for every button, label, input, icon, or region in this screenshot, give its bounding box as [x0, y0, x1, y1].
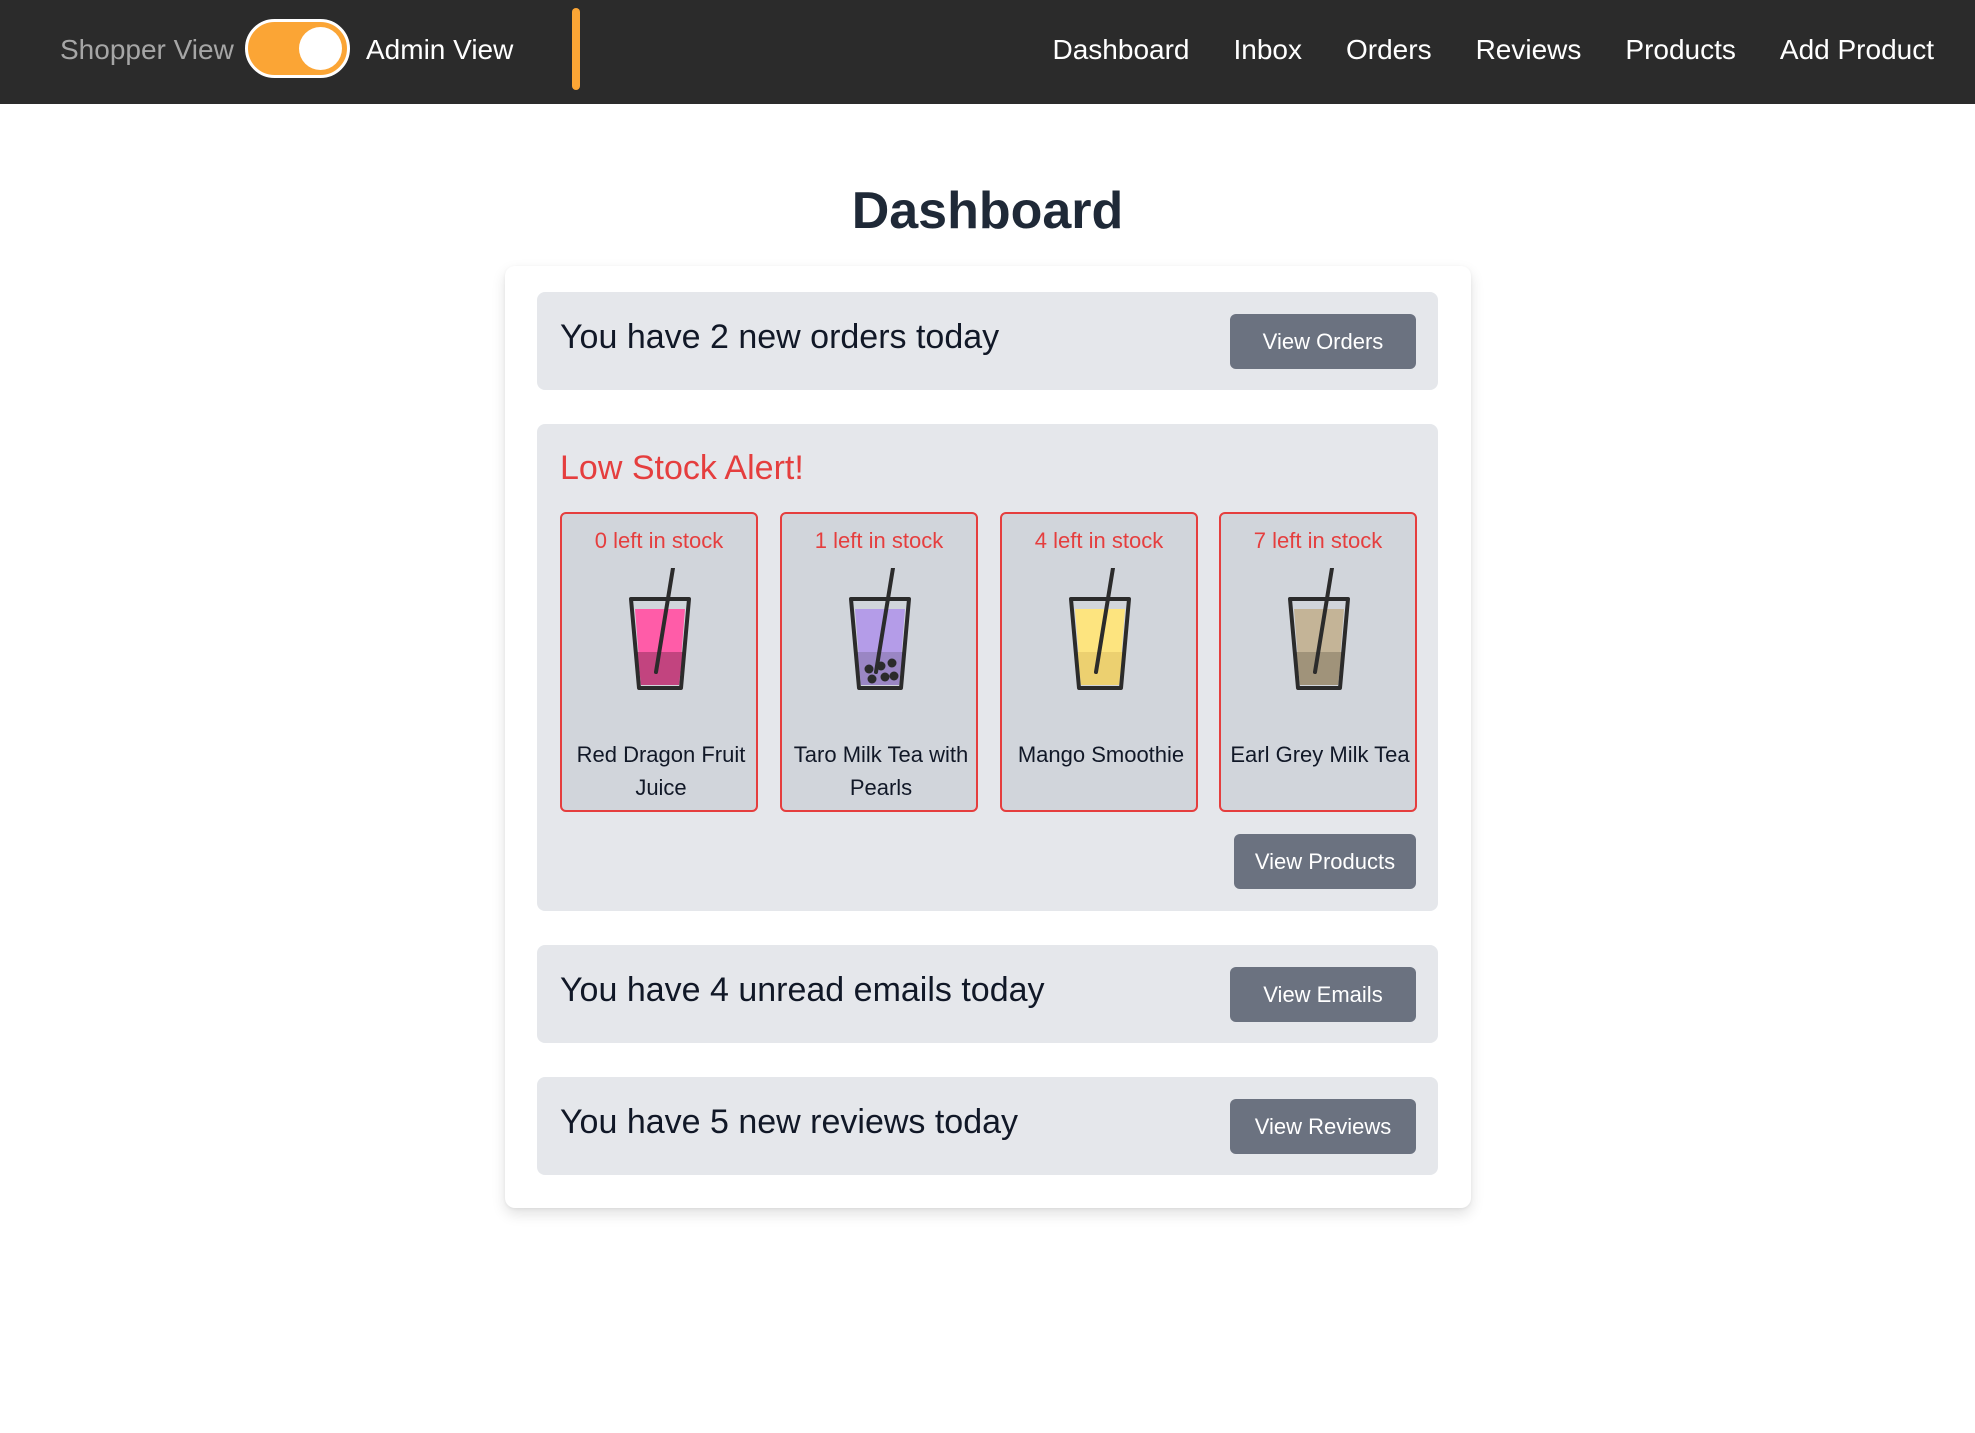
orders-panel: You have 2 new orders today View Orders: [537, 292, 1438, 390]
nav-link-dashboard[interactable]: Dashboard: [1053, 32, 1190, 68]
nav-links: Dashboard Inbox Orders Reviews Products …: [1053, 32, 1934, 68]
low-stock-product-card[interactable]: 0 left in stock Red Dragon Fruit Juice: [560, 512, 758, 812]
shopper-view-label[interactable]: Shopper View: [60, 32, 234, 68]
stock-count: 4 left in stock: [1034, 528, 1164, 553]
low-stock-panel: Low Stock Alert! 0 left in stock Red Dra…: [537, 424, 1438, 911]
stock-count: 1 left in stock: [814, 528, 944, 553]
reviews-panel: You have 5 new reviews today View Review…: [537, 1077, 1438, 1175]
view-orders-button[interactable]: View Orders: [1230, 314, 1416, 369]
nav-link-products[interactable]: Products: [1625, 32, 1736, 68]
product-name: Mango Smoothie: [1017, 742, 1185, 767]
emails-summary-text: You have 4 unread emails today: [560, 971, 1045, 1009]
nav-divider: [572, 8, 580, 90]
nav-link-orders[interactable]: Orders: [1346, 32, 1432, 68]
product-name: Earl Grey Milk Tea: [1230, 742, 1410, 767]
view-toggle-switch[interactable]: [245, 19, 350, 78]
admin-view-label[interactable]: Admin View: [366, 32, 513, 68]
view-reviews-button[interactable]: View Reviews: [1230, 1099, 1416, 1154]
page-title: Dashboard: [851, 182, 1124, 240]
reviews-summary-text: You have 5 new reviews today: [560, 1103, 1019, 1141]
low-stock-product-card[interactable]: 7 left in stock Earl Grey Milk Tea: [1219, 512, 1417, 812]
nav-link-reviews[interactable]: Reviews: [1476, 32, 1582, 68]
low-stock-alert-title: Low Stock Alert!: [560, 449, 804, 487]
top-navbar: Shopper View Admin View Dashboard Inbox …: [0, 0, 1975, 104]
mango-smoothie-icon: [1069, 568, 1131, 690]
product-name: Red Dragon Fruit Juice: [576, 742, 746, 800]
low-stock-product-card[interactable]: 4 left in stock Mango Smoothie: [1000, 512, 1198, 812]
nav-link-inbox[interactable]: Inbox: [1234, 32, 1303, 68]
orders-summary-text: You have 2 new orders today: [560, 318, 1000, 356]
dashboard-card: You have 2 new orders today View Orders …: [505, 266, 1471, 1208]
earl-grey-milk-tea-icon: [1288, 568, 1350, 690]
taro-milk-tea-icon: [849, 568, 911, 690]
toggle-knob: [299, 27, 342, 70]
product-name: Taro Milk Tea with Pearls: [793, 742, 969, 800]
nav-link-add-product[interactable]: Add Product: [1780, 32, 1934, 68]
emails-panel: You have 4 unread emails today View Emai…: [537, 945, 1438, 1043]
red-dragon-fruit-drink-icon: [629, 568, 691, 690]
low-stock-product-card[interactable]: 1 left in stock Taro Milk Tea with Pearl…: [780, 512, 978, 812]
stock-count: 7 left in stock: [1253, 528, 1383, 553]
stock-count: 0 left in stock: [594, 528, 724, 553]
view-products-button[interactable]: View Products: [1234, 834, 1416, 889]
view-emails-button[interactable]: View Emails: [1230, 967, 1416, 1022]
